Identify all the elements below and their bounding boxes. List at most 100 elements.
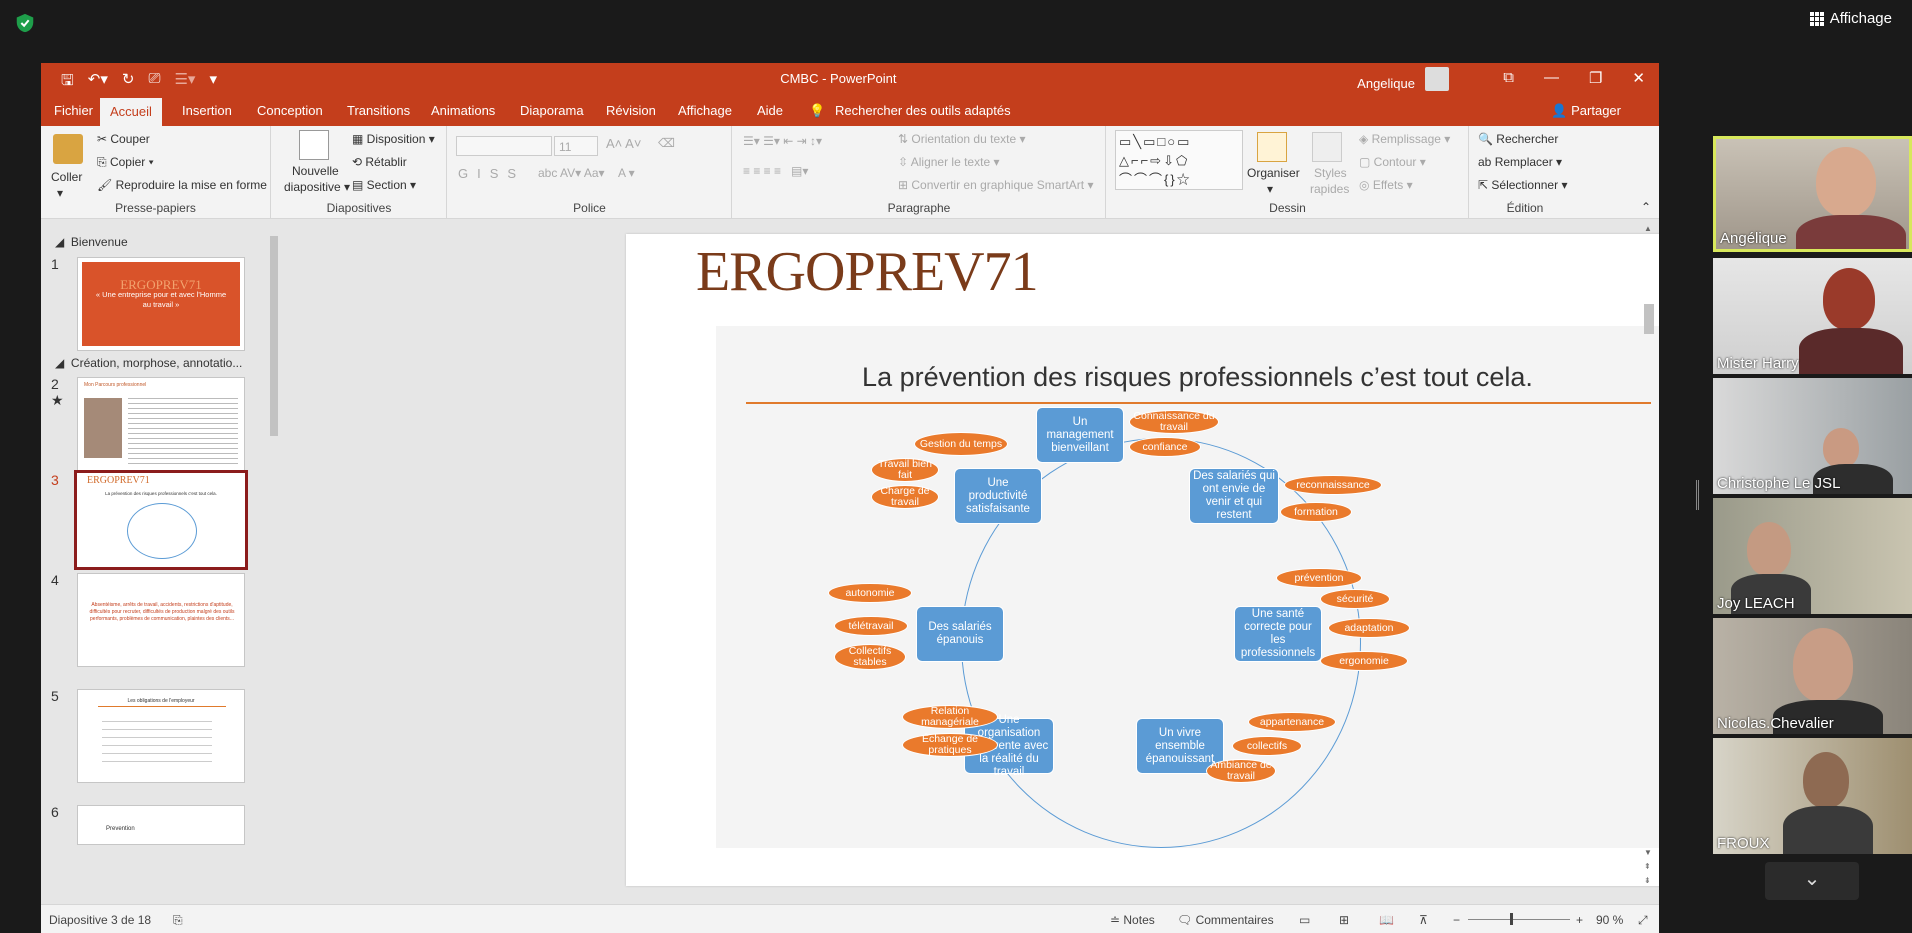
panel-resize-handle[interactable]: [1696, 480, 1699, 510]
paste-icon[interactable]: [53, 134, 83, 164]
section-creation[interactable]: ◢ Création, morphose, annotatio...: [55, 356, 242, 370]
undo-icon[interactable]: ↶▾: [88, 70, 108, 95]
reset-button[interactable]: ⟲ Rétablir: [352, 155, 407, 169]
share-button[interactable]: 👤 Partager: [1551, 103, 1621, 119]
slide-thumbnail-5[interactable]: Les obligations de l'employeur: [77, 689, 245, 783]
layout-button[interactable]: ▦ Disposition ▾: [352, 132, 435, 146]
tab-affichage[interactable]: Affichage: [678, 103, 732, 118]
slide-sorter-icon[interactable]: ⊞: [1339, 913, 1349, 927]
font-grow-icon[interactable]: A˄ A˅: [606, 136, 641, 151]
scrollbar-thumb[interactable]: [1644, 304, 1654, 334]
new-slide-icon[interactable]: [299, 130, 329, 160]
diagram-oval[interactable]: Charge de travail: [871, 485, 939, 509]
slide-thumbnail-3[interactable]: ERGOPREV71 La prévention des risques pro…: [74, 470, 248, 570]
normal-view-icon[interactable]: ▭: [1299, 913, 1310, 927]
slideshow-icon[interactable]: ⊼: [1419, 913, 1428, 927]
diagram-oval[interactable]: Connaissance du travail: [1129, 410, 1219, 434]
zoom-slider-thumb[interactable]: [1510, 913, 1513, 925]
find-button[interactable]: 🔍 Rechercher: [1478, 132, 1558, 146]
outline-button[interactable]: ▢ Contour ▾: [1359, 155, 1426, 169]
diagram-oval[interactable]: reconnaissance: [1284, 475, 1382, 495]
new-slide-label-2[interactable]: diapositive ▾: [284, 180, 350, 194]
tell-me-search[interactable]: Rechercher des outils adaptés: [835, 103, 1011, 118]
clear-format-icon[interactable]: ⌫: [658, 136, 675, 150]
zoom-slider[interactable]: [1468, 919, 1570, 920]
text-direction-button[interactable]: ⇅ Orientation du texte ▾: [898, 132, 1025, 146]
tab-animations[interactable]: Animations: [431, 103, 495, 118]
diagram-oval[interactable]: Travail bien fait: [871, 458, 939, 482]
format-painter-button[interactable]: 🖌 Reproduire la mise en forme: [97, 178, 267, 192]
font-color-icon[interactable]: A ▾: [618, 166, 635, 180]
user-account[interactable]: Angelique: [1357, 67, 1449, 95]
save-icon[interactable]: 🖫: [61, 70, 74, 95]
customize-qat-icon[interactable]: ▾: [209, 70, 217, 95]
diagram-oval[interactable]: ergonomie: [1320, 651, 1408, 671]
slide-thumbnail-4[interactable]: Absentéisme, arrêts de travail, accident…: [77, 573, 245, 667]
fill-button[interactable]: ◈ Remplissage ▾: [1359, 132, 1450, 146]
tab-revision[interactable]: Révision: [606, 103, 656, 118]
accessibility-icon[interactable]: ⎘: [173, 913, 183, 928]
effects-button[interactable]: ◎ Effets ▾: [1359, 178, 1413, 192]
participant-tile[interactable]: Angélique: [1713, 136, 1912, 252]
diagram-oval[interactable]: appartenance: [1248, 712, 1336, 732]
diagram-oval[interactable]: prévention: [1276, 568, 1362, 588]
new-slide-label-1[interactable]: Nouvelle: [292, 164, 339, 178]
notes-button[interactable]: ≐ Notes: [1110, 913, 1155, 927]
shapes-gallery[interactable]: ▭╲▭□○▭ △⌐⌐⇨⇩⬠ ⌒⌒⌒{}☆: [1115, 130, 1243, 190]
quick-styles-label-2[interactable]: rapides: [1310, 182, 1349, 196]
diagram-box[interactable]: Un management bienveillant: [1036, 407, 1124, 463]
participant-tile[interactable]: Mister Harry: [1713, 258, 1912, 374]
replace-button[interactable]: ab Remplacer ▾: [1478, 155, 1562, 169]
diagram-oval[interactable]: télétravail: [834, 616, 908, 636]
diagram-oval[interactable]: Ambiance de travail: [1206, 759, 1276, 783]
tab-insertion[interactable]: Insertion: [182, 103, 232, 118]
start-slideshow-icon[interactable]: ⎚: [148, 70, 160, 95]
slide-thumbnail-6[interactable]: Prevention: [77, 805, 245, 845]
smartart-button[interactable]: ⊞ Convertir en graphique SmartArt ▾: [898, 178, 1094, 192]
tab-conception[interactable]: Conception: [257, 103, 323, 118]
list-icon[interactable]: ☰▾: [174, 70, 195, 95]
scroll-down-icon[interactable]: ▼ ⇞ ⇟: [1644, 846, 1652, 888]
diagram-oval[interactable]: Collectifs stables: [834, 644, 906, 670]
align-text-button[interactable]: ⇳ Aligner le texte ▾: [898, 155, 999, 169]
paste-dropdown-icon[interactable]: ▾: [57, 186, 63, 200]
diagram-oval[interactable]: collectifs: [1232, 736, 1302, 756]
quick-styles-label-1[interactable]: Styles: [1314, 166, 1347, 180]
diagram-box[interactable]: Des salariés qui ont envie de venir et q…: [1189, 468, 1279, 524]
font-family-select[interactable]: [456, 136, 552, 156]
diagram-oval[interactable]: adaptation: [1328, 618, 1410, 638]
view-button[interactable]: Affichage: [1809, 10, 1892, 27]
diagram-oval[interactable]: formation: [1280, 502, 1352, 522]
tab-transitions[interactable]: Transitions: [347, 103, 410, 118]
scroll-up-icon[interactable]: ▲: [1644, 224, 1652, 233]
diagram-box[interactable]: Une santé correcte pour les professionne…: [1234, 606, 1322, 662]
quick-styles-icon[interactable]: [1312, 132, 1342, 162]
participant-tile[interactable]: Nicolas.Chevalier: [1713, 618, 1912, 734]
restore-icon[interactable]: ❐: [1589, 69, 1602, 87]
section-bienvenue[interactable]: ◢ Bienvenue: [55, 235, 128, 249]
bold-italic-underline-icons[interactable]: GISS: [458, 166, 525, 181]
tab-accueil[interactable]: Accueil: [100, 98, 162, 126]
section-button[interactable]: ▤ Section ▾: [352, 178, 416, 192]
slide-thumbnail-1[interactable]: ERGOPREV71 « Une entreprise pour et avec…: [77, 257, 245, 351]
close-icon[interactable]: ✕: [1632, 69, 1645, 87]
diagram-oval[interactable]: Relation managériale: [902, 705, 998, 729]
tab-fichier[interactable]: Fichier: [54, 103, 93, 118]
diagram-oval[interactable]: sécurité: [1320, 589, 1390, 609]
ribbon-display-icon[interactable]: ⧉: [1503, 69, 1514, 87]
thumbnails-scrollbar[interactable]: [268, 224, 280, 892]
slide-title[interactable]: La prévention des risques professionnels…: [716, 362, 1659, 393]
select-button[interactable]: ⇱ Sélectionner ▾: [1478, 178, 1567, 192]
arrange-dropdown-icon[interactable]: ▾: [1267, 182, 1273, 196]
slide-thumbnail-2[interactable]: Mon Parcours professionnel: [77, 377, 245, 471]
reading-view-icon[interactable]: 📖: [1379, 913, 1394, 927]
copy-button[interactable]: ⎘ Copier ▾: [97, 155, 154, 170]
diagram-oval[interactable]: confiance: [1129, 437, 1201, 457]
diagram-box[interactable]: Des salariés épanouis: [916, 606, 1004, 662]
tab-aide[interactable]: Aide: [757, 103, 783, 118]
diagram-oval[interactable]: Échange de pratiques: [902, 733, 998, 757]
zoom-out-icon[interactable]: −: [1453, 913, 1460, 927]
cut-button[interactable]: ✂ Couper: [97, 132, 150, 146]
zoom-level[interactable]: 90 %: [1596, 913, 1623, 927]
char-spacing-icon[interactable]: abc AV▾ Aa▾: [538, 166, 605, 180]
